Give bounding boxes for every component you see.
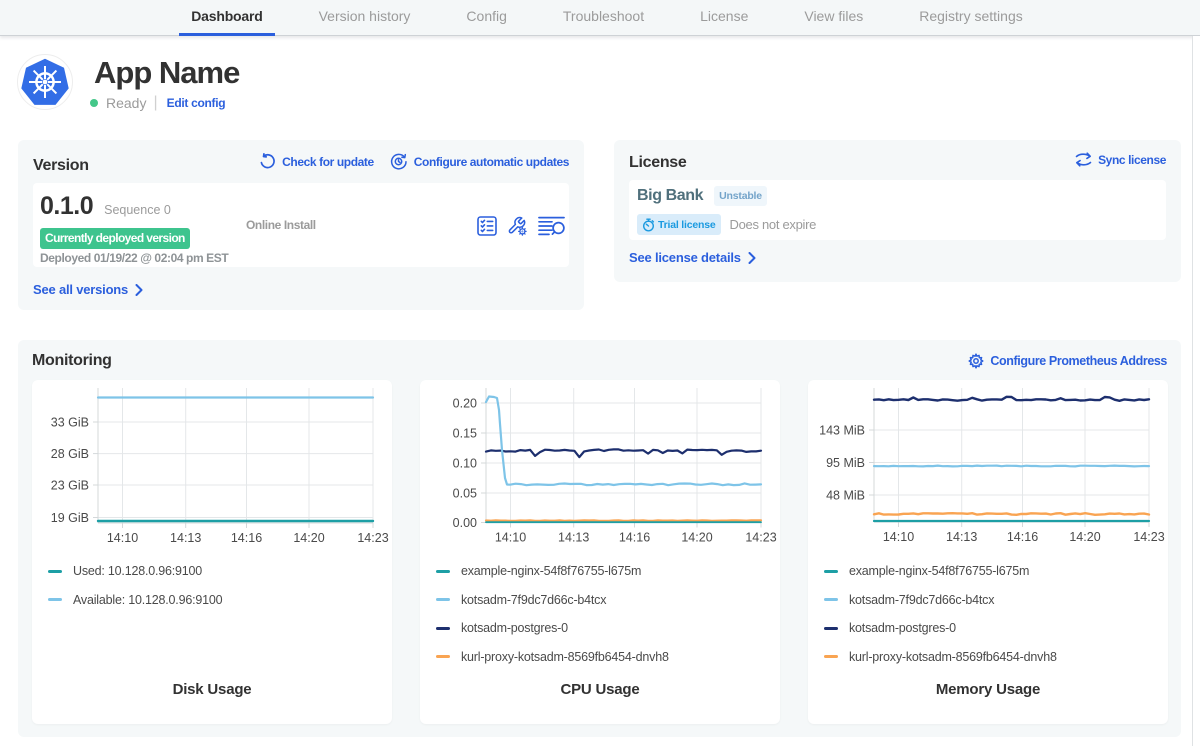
svg-text:0.20: 0.20 (453, 397, 477, 411)
svg-text:19 GiB: 19 GiB (51, 511, 89, 525)
svg-text:14:16: 14:16 (231, 531, 262, 545)
svg-text:14:13: 14:13 (558, 531, 589, 545)
svg-text:14:13: 14:13 (170, 531, 201, 545)
svg-text:0.15: 0.15 (453, 427, 477, 441)
svg-text:14:10: 14:10 (883, 530, 914, 544)
svg-text:95 MiB: 95 MiB (826, 456, 865, 470)
svg-text:14:20: 14:20 (681, 531, 712, 545)
svg-text:14:20: 14:20 (1069, 530, 1100, 544)
svg-text:14:10: 14:10 (107, 531, 138, 545)
svg-text:0.05: 0.05 (453, 487, 477, 501)
svg-text:0.10: 0.10 (453, 457, 477, 471)
svg-text:33 GiB: 33 GiB (51, 416, 89, 430)
svg-text:14:23: 14:23 (1133, 530, 1164, 544)
svg-text:14:10: 14:10 (495, 531, 526, 545)
svg-text:0.00: 0.00 (453, 516, 477, 530)
svg-text:143 MiB: 143 MiB (819, 424, 865, 438)
svg-text:14:13: 14:13 (946, 530, 977, 544)
svg-text:14:20: 14:20 (293, 531, 324, 545)
svg-text:23 GiB: 23 GiB (51, 479, 89, 493)
svg-text:48 MiB: 48 MiB (826, 489, 865, 503)
svg-text:14:23: 14:23 (745, 531, 776, 545)
svg-text:28 GiB: 28 GiB (51, 447, 89, 461)
svg-text:14:16: 14:16 (619, 531, 650, 545)
svg-text:14:16: 14:16 (1007, 530, 1038, 544)
svg-text:14:23: 14:23 (357, 531, 388, 545)
